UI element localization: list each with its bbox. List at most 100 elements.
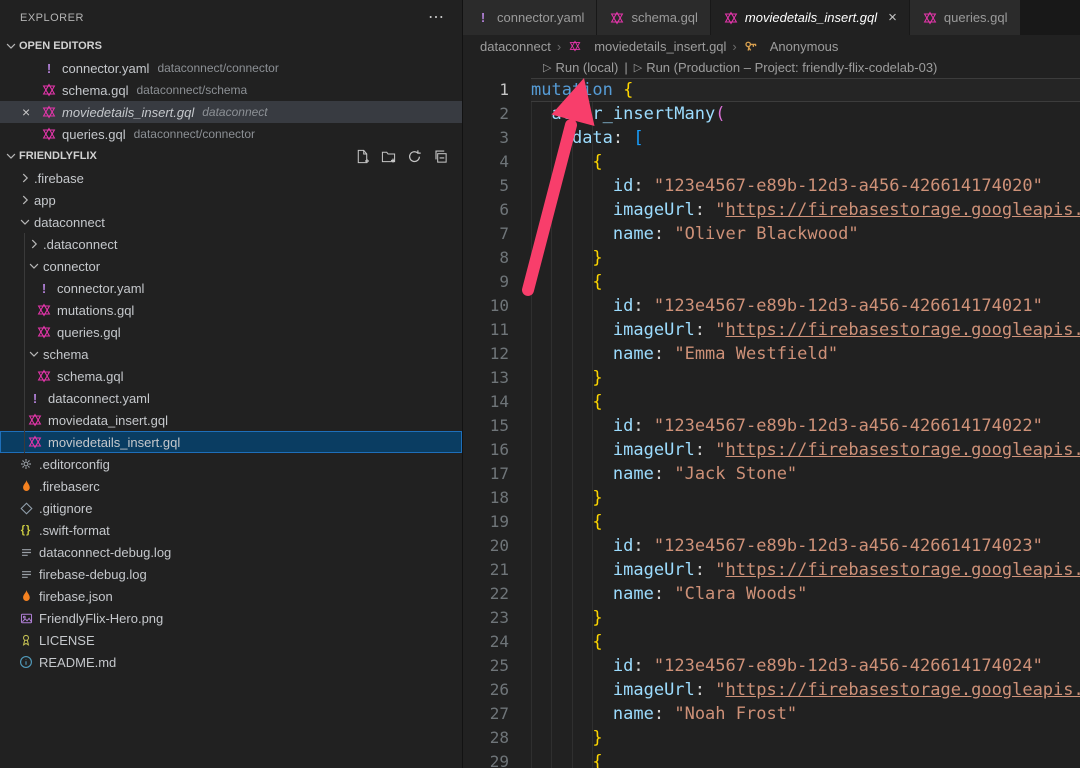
line-content[interactable]: } xyxy=(531,606,1080,630)
tree-file--editorconfig[interactable]: .editorconfig xyxy=(0,453,462,475)
line-content[interactable]: data: [ xyxy=(531,126,1080,150)
line-content[interactable]: } xyxy=(531,726,1080,750)
line-content[interactable]: name: "Jack Stone" xyxy=(531,462,1080,486)
line-content[interactable]: actor_insertMany( xyxy=(531,102,1080,126)
tree-file-friendlyflix-hero-png[interactable]: FriendlyFlix-Hero.png xyxy=(0,607,462,629)
code-line-23[interactable]: 23 } xyxy=(463,606,1080,630)
tree-file-schema-gql[interactable]: schema.gql xyxy=(0,365,462,387)
line-content[interactable]: id: "123e4567-e89b-12d3-a456-42661417402… xyxy=(531,654,1080,678)
tree-folder-app[interactable]: app xyxy=(0,189,462,211)
tree-file-connector-yaml[interactable]: !connector.yaml xyxy=(0,277,462,299)
line-content[interactable]: } xyxy=(531,486,1080,510)
code-line-10[interactable]: 10 id: "123e4567-e89b-12d3-a456-42661417… xyxy=(463,294,1080,318)
new-folder-icon[interactable] xyxy=(381,149,396,164)
code-line-15[interactable]: 15 id: "123e4567-e89b-12d3-a456-42661417… xyxy=(463,414,1080,438)
line-content[interactable]: imageUrl: "https://firebasestorage.googl… xyxy=(531,558,1080,582)
code-line-5[interactable]: 5 id: "123e4567-e89b-12d3-a456-426614174… xyxy=(463,174,1080,198)
line-content[interactable]: { xyxy=(531,390,1080,414)
code-line-17[interactable]: 17 name: "Jack Stone" xyxy=(463,462,1080,486)
breadcrumb-segment[interactable]: moviedetails_insert.gql xyxy=(594,39,726,54)
open-editor-item[interactable]: queries.gqldataconnect/connector xyxy=(0,123,462,145)
run-local-link[interactable]: ▷ Run (local) xyxy=(543,60,618,75)
run-production-link[interactable]: ▷ Run (Production – Project: friendly-fl… xyxy=(634,60,938,75)
workspace-section-header[interactable]: FRIENDLYFLIX xyxy=(0,145,462,167)
code-line-28[interactable]: 28 } xyxy=(463,726,1080,750)
code-line-14[interactable]: 14 { xyxy=(463,390,1080,414)
line-content[interactable]: id: "123e4567-e89b-12d3-a456-42661417402… xyxy=(531,534,1080,558)
code-area[interactable]: 1mutation {2 actor_insertMany(3 data: [4… xyxy=(463,78,1080,768)
line-content[interactable]: } xyxy=(531,246,1080,270)
line-content[interactable]: id: "123e4567-e89b-12d3-a456-42661417402… xyxy=(531,174,1080,198)
line-content[interactable]: name: "Noah Frost" xyxy=(531,702,1080,726)
code-line-27[interactable]: 27 name: "Noah Frost" xyxy=(463,702,1080,726)
new-file-icon[interactable] xyxy=(355,149,370,164)
code-line-26[interactable]: 26 imageUrl: "https://firebasestorage.go… xyxy=(463,678,1080,702)
line-content[interactable]: imageUrl: "https://firebasestorage.googl… xyxy=(531,198,1080,222)
line-content[interactable]: imageUrl: "https://firebasestorage.googl… xyxy=(531,678,1080,702)
line-content[interactable]: } xyxy=(531,366,1080,390)
close-icon[interactable]: × xyxy=(888,9,897,26)
open-editor-item[interactable]: ×moviedetails_insert.gqldataconnect xyxy=(0,101,462,123)
line-content[interactable]: { xyxy=(531,150,1080,174)
code-line-25[interactable]: 25 id: "123e4567-e89b-12d3-a456-42661417… xyxy=(463,654,1080,678)
line-content[interactable]: name: "Clara Woods" xyxy=(531,582,1080,606)
close-icon[interactable]: × xyxy=(22,105,41,119)
breadcrumb-segment[interactable]: Anonymous xyxy=(770,39,839,54)
code-line-6[interactable]: 6 imageUrl: "https://firebasestorage.goo… xyxy=(463,198,1080,222)
tree-file-readme-md[interactable]: README.md xyxy=(0,651,462,673)
open-editor-item[interactable]: !connector.yamldataconnect/connector xyxy=(0,57,462,79)
tree-file-firebase-json[interactable]: firebase.json xyxy=(0,585,462,607)
code-line-3[interactable]: 3 data: [ xyxy=(463,126,1080,150)
more-actions-icon[interactable]: ⋯ xyxy=(428,13,444,23)
tree-file-queries-gql[interactable]: queries.gql xyxy=(0,321,462,343)
breadcrumb-segment[interactable]: dataconnect xyxy=(480,39,551,54)
tree-folder--dataconnect[interactable]: .dataconnect xyxy=(0,233,462,255)
code-line-12[interactable]: 12 name: "Emma Westfield" xyxy=(463,342,1080,366)
line-content[interactable]: { xyxy=(531,750,1080,768)
line-content[interactable]: id: "123e4567-e89b-12d3-a456-42661417402… xyxy=(531,414,1080,438)
line-content[interactable]: { xyxy=(531,270,1080,294)
code-line-13[interactable]: 13 } xyxy=(463,366,1080,390)
tab-moviedetails-insert-gql[interactable]: moviedetails_insert.gql× xyxy=(711,0,909,35)
code-line-21[interactable]: 21 imageUrl: "https://firebasestorage.go… xyxy=(463,558,1080,582)
tree-file-dataconnect-yaml[interactable]: !dataconnect.yaml xyxy=(0,387,462,409)
line-content[interactable]: name: "Oliver Blackwood" xyxy=(531,222,1080,246)
code-line-8[interactable]: 8 } xyxy=(463,246,1080,270)
code-line-1[interactable]: 1mutation { xyxy=(463,78,1080,102)
refresh-icon[interactable] xyxy=(407,149,422,164)
code-line-2[interactable]: 2 actor_insertMany( xyxy=(463,102,1080,126)
code-line-16[interactable]: 16 imageUrl: "https://firebasestorage.go… xyxy=(463,438,1080,462)
code-line-9[interactable]: 9 { xyxy=(463,270,1080,294)
tree-file-mutations-gql[interactable]: mutations.gql xyxy=(0,299,462,321)
tree-folder-schema[interactable]: schema xyxy=(0,343,462,365)
line-content[interactable]: { xyxy=(531,510,1080,534)
line-content[interactable]: { xyxy=(531,630,1080,654)
open-editors-section-header[interactable]: OPEN EDITORS xyxy=(0,35,462,57)
code-line-18[interactable]: 18 } xyxy=(463,486,1080,510)
tab-schema-gql[interactable]: schema.gql xyxy=(597,0,709,35)
line-content[interactable]: imageUrl: "https://firebasestorage.googl… xyxy=(531,318,1080,342)
line-content[interactable]: name: "Emma Westfield" xyxy=(531,342,1080,366)
tree-folder-dataconnect[interactable]: dataconnect xyxy=(0,211,462,233)
collapse-all-icon[interactable] xyxy=(433,149,448,164)
line-content[interactable]: id: "123e4567-e89b-12d3-a456-42661417402… xyxy=(531,294,1080,318)
tab-queries-gql[interactable]: queries.gql xyxy=(910,0,1020,35)
tree-file--gitignore[interactable]: .gitignore xyxy=(0,497,462,519)
tree-file--swift-format[interactable]: {}.swift-format xyxy=(0,519,462,541)
tree-file-moviedata-insert-gql[interactable]: moviedata_insert.gql xyxy=(0,409,462,431)
tree-folder--firebase[interactable]: .firebase xyxy=(0,167,462,189)
code-line-19[interactable]: 19 { xyxy=(463,510,1080,534)
code-line-11[interactable]: 11 imageUrl: "https://firebasestorage.go… xyxy=(463,318,1080,342)
code-line-7[interactable]: 7 name: "Oliver Blackwood" xyxy=(463,222,1080,246)
code-line-29[interactable]: 29 { xyxy=(463,750,1080,768)
tree-folder-connector[interactable]: connector xyxy=(0,255,462,277)
tree-file-license[interactable]: LICENSE xyxy=(0,629,462,651)
open-editor-item[interactable]: schema.gqldataconnect/schema xyxy=(0,79,462,101)
code-line-24[interactable]: 24 { xyxy=(463,630,1080,654)
tree-file-firebase-debug-log[interactable]: firebase-debug.log xyxy=(0,563,462,585)
line-content[interactable]: mutation { xyxy=(531,78,1080,102)
tree-file-moviedetails-insert-gql[interactable]: moviedetails_insert.gql xyxy=(0,431,462,453)
tab-connector-yaml[interactable]: !connector.yaml xyxy=(463,0,596,35)
tree-file--firebaserc[interactable]: .firebaserc xyxy=(0,475,462,497)
code-line-20[interactable]: 20 id: "123e4567-e89b-12d3-a456-42661417… xyxy=(463,534,1080,558)
